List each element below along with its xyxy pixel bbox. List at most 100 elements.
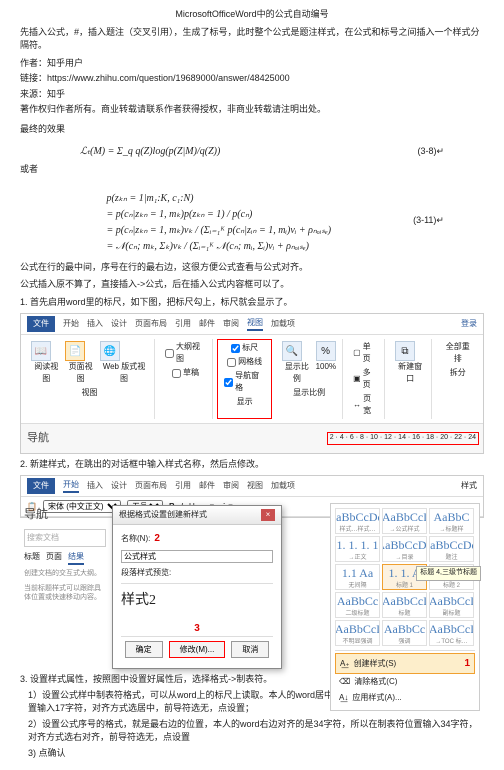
- draft-view-check[interactable]: 草稿: [172, 367, 199, 379]
- tab-design[interactable]: 设计: [111, 318, 127, 330]
- close-icon[interactable]: ×: [261, 509, 275, 521]
- tab-file[interactable]: 文件: [27, 316, 55, 332]
- arrange-button[interactable]: 全部重排: [442, 341, 473, 365]
- tab2-insert[interactable]: 插入: [87, 480, 103, 492]
- tab2-design[interactable]: 设计: [111, 480, 127, 492]
- grid-check[interactable]: 网格线: [227, 356, 262, 368]
- nav-tab-headings[interactable]: 标题: [24, 551, 40, 565]
- style-cell[interactable]: AaBbCcDdI样式…样式…: [335, 508, 380, 534]
- create-style-menu[interactable]: A͟₊ 创建样式(S) 1: [335, 653, 475, 674]
- style-cell[interactable]: AaBbCcI标题: [382, 592, 427, 618]
- apply-icon: A͟↓: [339, 692, 348, 704]
- zoom-icon[interactable]: 🔍: [282, 341, 302, 361]
- web-view-icon[interactable]: 🌐: [100, 341, 120, 361]
- tab2-addons[interactable]: 加载项: [271, 480, 295, 492]
- final-effect-label: 最终的效果: [20, 123, 484, 137]
- nav-title: 导航: [24, 505, 106, 523]
- clear-format-menu[interactable]: ⌫ 清除格式(C): [335, 674, 475, 690]
- nav-header: 导航: [25, 426, 51, 451]
- tab2-mail[interactable]: 邮件: [199, 480, 215, 492]
- multi-page[interactable]: ▣ 多页: [353, 367, 378, 391]
- style-cell[interactable]: AaBbCcDd→目录: [382, 536, 427, 562]
- show-group-label: 显示: [237, 396, 253, 408]
- style-cell[interactable]: AaBbCcI副标题: [429, 592, 474, 618]
- style-cell[interactable]: AaBbCcDdI题注: [429, 536, 474, 562]
- copyright: 著作权归作者所有。商业转载请联系作者获得授权，非商业转载请注明出处。: [20, 103, 484, 117]
- page-view-icon[interactable]: 📄: [65, 341, 85, 361]
- tab-layout[interactable]: 页面布局: [135, 318, 167, 330]
- tab2-review[interactable]: 审阅: [223, 480, 239, 492]
- apply-style-menu[interactable]: A͟↓ 应用样式(A)...: [335, 690, 475, 706]
- ruler-marks: 2 · 4 · 6 · 8 · 10 · 12 · 14 · 16 · 18 ·…: [327, 432, 479, 445]
- tab-home[interactable]: 开始: [63, 318, 79, 330]
- step-3-3: 3) 点确认: [28, 747, 484, 761]
- author: 作者：知乎用户: [20, 57, 484, 71]
- tab-view[interactable]: 视图: [247, 317, 263, 331]
- zoom-100-icon[interactable]: %: [316, 341, 336, 361]
- nav-note-2: 当前标题样式可以跟踪具体位置或快速移动内容。: [24, 584, 106, 602]
- style-cell[interactable]: 1.1 Aa无间隔: [335, 564, 380, 590]
- style-cell[interactable]: AaBbC→标题样: [429, 508, 474, 534]
- view-group-label: 视图: [82, 387, 98, 399]
- styles-section-label: 样式: [461, 480, 477, 492]
- step-2: 2. 新建样式，在跳出的对话框中输入样式名称，然后点修改。: [20, 458, 484, 472]
- name-label: 名称(N):: [121, 533, 150, 545]
- dialog-title: 根据格式设置创建新样式: [119, 509, 207, 521]
- single-page[interactable]: ▢ 单页: [353, 341, 378, 365]
- tab-references[interactable]: 引用: [175, 318, 191, 330]
- tab-insert[interactable]: 插入: [87, 318, 103, 330]
- tab-mail[interactable]: 邮件: [199, 318, 215, 330]
- annotation-2: 2: [154, 531, 160, 546]
- outline-view-check[interactable]: 大纲视图: [165, 341, 206, 365]
- style-cell[interactable]: 1. 1. 1. 1→正文: [335, 536, 380, 562]
- tab2-references[interactable]: 引用: [175, 480, 191, 492]
- tab-addons[interactable]: 加载项: [271, 318, 295, 330]
- equation-1-number: (3-8)↵: [417, 145, 444, 159]
- ok-button[interactable]: 确定: [125, 641, 163, 658]
- step-1: 1. 首先启用word里的标尺，如下图，把标尺勾上，标尺就会显示了。: [20, 296, 484, 310]
- modify-button[interactable]: 修改(M)...: [169, 641, 226, 658]
- plus-icon: A͟₊: [340, 658, 350, 670]
- login-link[interactable]: 登录: [461, 318, 477, 330]
- navigation-pane: 导航 搜索文档 标题 页面 结果 创建文档的交互式大纲。 当前标题样式可以跟踪具…: [20, 501, 110, 606]
- nav-note-1: 创建文档的交互式大纲。: [24, 569, 106, 578]
- style-cell[interactable]: AaBbCcI→TOC 标…: [429, 620, 474, 646]
- style-cell[interactable]: AaBbCcI不明显强调: [335, 620, 380, 646]
- after-eq-text2: 公式插入原不算了，直接插入->公式，后在插入公式内容框可以了。: [20, 278, 484, 292]
- zoom-group-label: 显示比例: [293, 387, 325, 399]
- equation-2-number: (3-11)↵: [413, 214, 444, 228]
- new-window-icon[interactable]: ⧉: [395, 341, 415, 361]
- style-tooltip: 标题 4,三级节标题: [416, 566, 481, 581]
- style-cell[interactable]: AaBbCc强调: [382, 620, 427, 646]
- source-link: 链接：https://www.zhihu.com/question/196890…: [20, 72, 484, 86]
- step-3-2: 2）设置公式序号的格式，就是最右边的位置，本人的word右边对齐的是34字符，所…: [28, 718, 484, 745]
- preview-label: 段落样式预览:: [121, 567, 273, 579]
- style-cell[interactable]: AaBbCcI→公式样式: [382, 508, 427, 534]
- tab2-home[interactable]: 开始: [63, 479, 79, 493]
- nav-tab-pages[interactable]: 页面: [46, 551, 62, 565]
- equation-1: ℒₜ(M) = Σ_q q(Z)log(p(Z|M)/q(Z)): [80, 144, 220, 159]
- cancel-button[interactable]: 取消: [231, 641, 269, 658]
- tab2-file[interactable]: 文件: [27, 478, 55, 494]
- styles-gallery: AaBbCcDdI样式…样式…AaBbCcI→公式样式AaBbC→标题样 1. 1…: [330, 503, 480, 711]
- read-view-icon[interactable]: 📖: [31, 341, 51, 361]
- annotation-3: 3: [194, 623, 200, 634]
- annotation-1: 1: [464, 656, 470, 671]
- style-cell[interactable]: AaBbCc二级标题: [335, 592, 380, 618]
- tab2-view[interactable]: 视图: [247, 480, 263, 492]
- doc-title: MicrosoftOfficeWord中的公式自动编号: [20, 8, 484, 22]
- source: 来源：知乎: [20, 88, 484, 102]
- ruler-check[interactable]: 标尺: [231, 342, 258, 354]
- style-name-input[interactable]: [121, 550, 273, 563]
- split-button[interactable]: 拆分: [450, 367, 466, 379]
- nav-search-input[interactable]: 搜索文档: [24, 529, 106, 547]
- after-eq-text: 公式在行的最中间，序号在行的最右边，这很方便公式查看与公式对齐。: [20, 261, 484, 275]
- nav-pane-check[interactable]: 导航窗格: [224, 370, 265, 394]
- page-width[interactable]: ↔ 页宽: [353, 393, 378, 417]
- nav-tab-results[interactable]: 结果: [68, 551, 84, 565]
- tab2-layout[interactable]: 页面布局: [135, 480, 167, 492]
- intro-text: 先插入公式，#，插入题注（交叉引用），生成了标号，此时整个公式是题注样式，在公式…: [20, 26, 484, 53]
- style-preview: 样式2: [121, 583, 273, 617]
- or-label: 或者: [20, 163, 484, 177]
- tab-review[interactable]: 审阅: [223, 318, 239, 330]
